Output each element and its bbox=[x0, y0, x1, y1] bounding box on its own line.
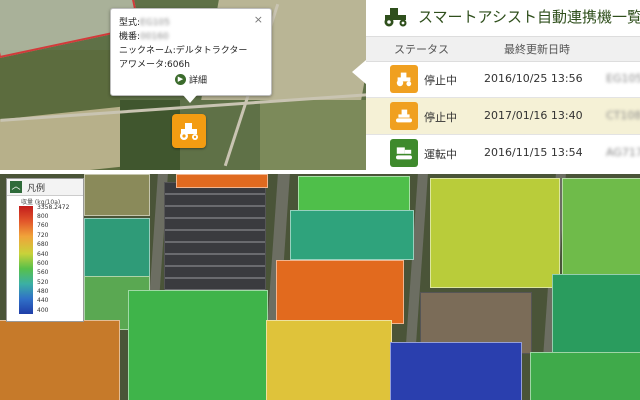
yield-field[interactable] bbox=[84, 218, 150, 278]
yield-field[interactable] bbox=[266, 320, 392, 400]
machine-id: EG105 bbox=[606, 72, 640, 85]
column-status[interactable]: ステータス bbox=[394, 41, 449, 57]
yield-field[interactable] bbox=[552, 274, 640, 354]
building bbox=[164, 182, 266, 294]
legend-tick: 440 bbox=[37, 297, 49, 304]
yield-field[interactable] bbox=[562, 178, 640, 276]
legend-panel: ︿ 凡例 収量 (kg/10a) 3358.2472 800 760 720 6… bbox=[6, 178, 84, 322]
yield-field[interactable] bbox=[530, 352, 640, 400]
machine-list-panel: スマートアシスト自動連携機一覧 ステータス 最終更新日時 停止中 2016/10… bbox=[366, 0, 640, 172]
legend-tick: 400 bbox=[37, 307, 49, 314]
yield-field[interactable] bbox=[276, 260, 404, 324]
yield-field[interactable] bbox=[390, 342, 522, 400]
machine-info-popup: × 型式:EG105 機番:00160 ニックネーム:デルタトラクター アワメー… bbox=[110, 8, 272, 103]
table-row[interactable]: 運転中 2016/11/15 13:54 AG717 bbox=[366, 135, 640, 172]
model-row: 型式:EG105 bbox=[119, 15, 170, 28]
legend-tick: 760 bbox=[37, 222, 49, 229]
machine-id: AG717 bbox=[606, 146, 640, 159]
column-last-updated[interactable]: 最終更新日時 bbox=[504, 41, 570, 57]
legend-color-scale bbox=[19, 206, 33, 314]
tractor-icon bbox=[384, 7, 407, 26]
model-label: 型式: bbox=[119, 18, 141, 28]
datetime-text: 2016/10/25 13:56 bbox=[484, 72, 583, 85]
table-row[interactable]: 停止中 2016/10/25 13:56 EG105 bbox=[366, 61, 640, 98]
datetime-text: 2016/11/15 13:54 bbox=[484, 146, 583, 159]
status-text: 停止中 bbox=[424, 111, 457, 124]
legend-tick: 720 bbox=[37, 232, 49, 239]
serial-value: 00160 bbox=[140, 32, 169, 42]
hour-meter: アワメータ:606h bbox=[119, 60, 190, 70]
yield-field[interactable] bbox=[290, 210, 414, 260]
legend-tick: 800 bbox=[37, 213, 49, 220]
tractor-icon bbox=[390, 65, 418, 93]
legend-tick: 680 bbox=[37, 241, 49, 248]
panel-pointer bbox=[352, 60, 366, 84]
serial-label: 機番: bbox=[119, 32, 141, 42]
yield-field[interactable] bbox=[84, 174, 150, 216]
legend-tick: 640 bbox=[37, 251, 49, 258]
legend-tick: 3358.2472 bbox=[37, 204, 70, 211]
panel-title-text: スマートアシスト自動連携機一覧 bbox=[418, 8, 640, 26]
tractor-marker[interactable] bbox=[172, 114, 206, 148]
legend-tick: 560 bbox=[37, 269, 49, 276]
legend-tick: 480 bbox=[37, 288, 49, 295]
status-text: 停止中 bbox=[424, 74, 457, 87]
map-field bbox=[260, 100, 370, 170]
tractor-icon bbox=[180, 123, 198, 140]
crawler-icon bbox=[390, 102, 418, 130]
nickname: ニックネーム:デルタトラクター bbox=[119, 46, 248, 56]
legend-title: 凡例 bbox=[27, 184, 46, 194]
yield-field[interactable] bbox=[0, 320, 120, 400]
yield-field[interactable] bbox=[176, 174, 268, 188]
model-value: EG105 bbox=[140, 18, 170, 28]
yield-map[interactable]: ︿ 凡例 収量 (kg/10a) 3358.2472 800 760 720 6… bbox=[0, 174, 640, 400]
yield-field[interactable] bbox=[128, 290, 268, 400]
combine-icon bbox=[390, 139, 418, 167]
panel-title: スマートアシスト自動連携機一覧 bbox=[380, 6, 640, 27]
table-row[interactable]: 停止中 2017/01/16 13:40 CT108 bbox=[366, 98, 640, 135]
chevron-up-icon[interactable]: ︿ bbox=[10, 181, 22, 193]
table-header: ステータス 最終更新日時 bbox=[366, 36, 640, 62]
arrow-right-icon: ▶ bbox=[175, 74, 186, 85]
legend-tick: 520 bbox=[37, 279, 49, 286]
legend-header[interactable]: ︿ 凡例 bbox=[7, 179, 83, 196]
close-icon[interactable]: × bbox=[254, 13, 263, 26]
status-text: 運転中 bbox=[424, 148, 457, 161]
machine-id: CT108 bbox=[606, 109, 640, 122]
detail-label: 詳細 bbox=[189, 76, 208, 86]
yield-field[interactable] bbox=[430, 178, 560, 288]
datetime-text: 2017/01/16 13:40 bbox=[484, 109, 583, 122]
detail-link[interactable]: ▶ 詳細 bbox=[175, 73, 207, 86]
legend-tick: 600 bbox=[37, 260, 49, 267]
serial-row: 機番:00160 bbox=[119, 29, 169, 42]
